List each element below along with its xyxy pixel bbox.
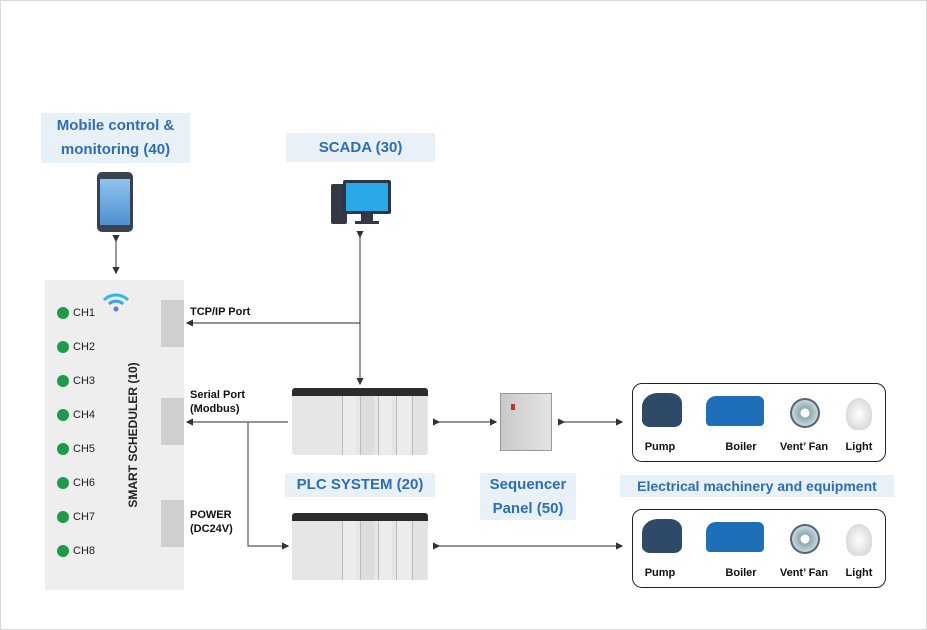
tcp-port xyxy=(161,300,184,347)
equipment-label: Pump xyxy=(644,441,676,453)
status-led xyxy=(57,375,69,387)
pump-icon xyxy=(642,519,682,553)
channel-3: CH3 xyxy=(57,375,95,387)
plc-unit-1 xyxy=(292,388,428,455)
plc-unit-2 xyxy=(292,513,428,580)
status-led xyxy=(57,341,69,353)
boiler-icon xyxy=(706,522,764,552)
light-bulb-icon xyxy=(846,398,872,430)
wifi-icon xyxy=(102,293,130,312)
equipment-label: Vent’ Fan xyxy=(779,567,829,579)
scheduler-title: SMART SCHEDULER (10) xyxy=(126,362,140,508)
equipment-label: Vent’ Fan xyxy=(779,441,829,453)
channel-6: CH6 xyxy=(57,477,95,489)
light-bulb-icon xyxy=(846,524,872,556)
status-led xyxy=(57,477,69,489)
sequencer-panel-image xyxy=(500,393,552,451)
equipment-label: Light xyxy=(845,441,873,453)
tcp-port-label: TCP/IP Port xyxy=(190,306,251,318)
boiler-icon xyxy=(706,396,764,426)
equipment-label-title: Electrical machinery and equipment xyxy=(620,475,894,497)
channel-4: CH4 xyxy=(57,409,95,421)
serial-port-label: Serial Port (Modbus) xyxy=(190,389,246,415)
channel-5: CH5 xyxy=(57,443,95,455)
desktop-computer-icon xyxy=(331,180,391,226)
channel-7: CH7 xyxy=(57,511,95,523)
status-led xyxy=(57,409,69,421)
plc-label: PLC SYSTEM (20) xyxy=(285,473,435,497)
status-led xyxy=(57,545,69,557)
power-port-label: POWER (DC24V) xyxy=(190,509,233,535)
equipment-label: Boiler xyxy=(725,441,757,453)
power-port xyxy=(161,500,184,547)
sequencer-label: Sequencer Panel (50) xyxy=(480,473,576,520)
pump-icon xyxy=(642,393,682,427)
scada-label: SCADA (30) xyxy=(286,133,435,162)
line-serial-plc2 xyxy=(247,422,290,550)
status-led xyxy=(57,511,69,523)
equipment-label: Pump xyxy=(644,567,676,579)
status-led xyxy=(57,307,69,319)
mobile-label: Mobile control & monitoring (40) xyxy=(41,113,190,163)
equipment-label: Boiler xyxy=(725,567,757,579)
channel-2: CH2 xyxy=(57,341,95,353)
vent-fan-icon xyxy=(790,524,820,554)
channel-8: CH8 xyxy=(57,545,95,557)
equipment-label: Light xyxy=(845,567,873,579)
vent-fan-icon xyxy=(790,398,820,428)
smartphone-icon xyxy=(97,172,133,232)
status-led xyxy=(57,443,69,455)
channel-1: CH1 xyxy=(57,307,95,319)
serial-port xyxy=(161,398,184,445)
